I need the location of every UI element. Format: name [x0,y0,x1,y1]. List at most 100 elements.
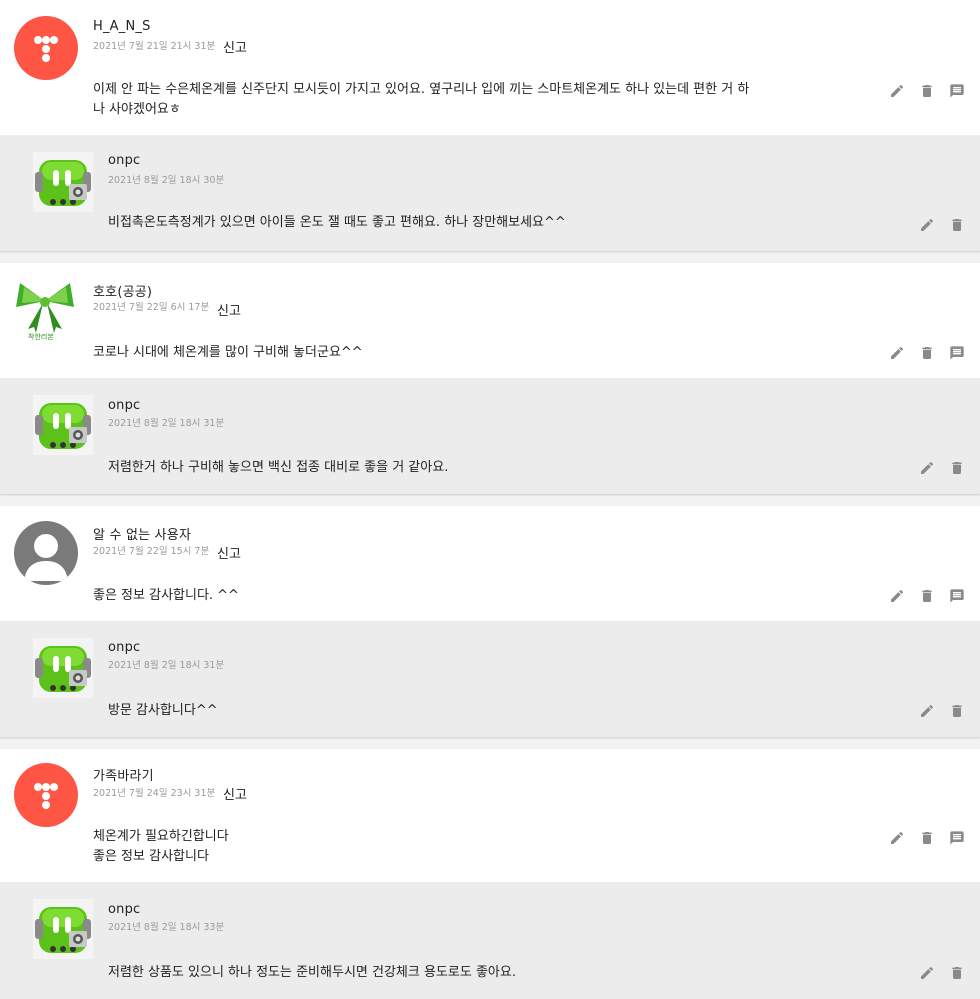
comment-body-line: 이제 안 파는 수은체온계를 신주단지 모시듯이 가지고 있어요. 옆구리나 입… [93,82,750,97]
pencil-icon [921,218,934,231]
delete-button[interactable] [918,829,936,847]
delete-button[interactable] [948,964,966,982]
comment-body-line: 좋은 정보 감사합니다 [93,849,209,864]
comment-actions [888,587,966,605]
comment-body: 코로나 시대에 체온계를 많이 구비해 놓더군요^^ [93,343,873,363]
comment-thread: 가족바라기 2021년 7월 24일 23시 31분 신고 체온계가 필요하긴합… [0,749,980,999]
pencil-icon [921,966,934,979]
reply-actions [918,216,966,234]
edit-button[interactable] [918,702,936,720]
reply-button[interactable] [948,344,966,362]
reply-actions [918,459,966,477]
reply-body: 저렴한거 하나 구비해 놓으면 백신 접종 대비로 좋을 거 같아요. [108,460,449,475]
green-robot-icon [33,899,93,959]
avatar[interactable] [33,638,93,698]
edit-button[interactable] [918,216,936,234]
report-link[interactable]: 신고 [217,543,241,562]
pencil-icon [891,84,904,97]
green-robot-icon [33,152,93,212]
delete-button[interactable] [918,344,936,362]
reply: onpc 2021년 8월 2일 18시 31분 저렴한거 하나 구비해 놓으면… [0,378,980,494]
reply-date: 2021년 8월 2일 18시 33분 [108,922,225,933]
comment-body-line: 체온계가 필요하긴합니다 [93,829,229,844]
reply-body: 비접촉온도측정계가 있으면 아이들 온도 잴 때도 좋고 편해요. 하나 장만해… [108,215,566,230]
delete-button[interactable] [948,702,966,720]
trash-icon [952,705,962,717]
trash-icon [952,219,962,231]
comment-body: 체온계가 필요하긴합니다 좋은 정보 감사합니다 [93,827,873,867]
trash-icon [922,347,932,359]
reply-button[interactable] [948,82,966,100]
reply-author[interactable]: onpc [108,902,140,917]
comment-icon [950,84,964,98]
comment-actions [888,829,966,847]
edit-button[interactable] [888,829,906,847]
comment-author[interactable]: 호호(공공) [93,281,152,300]
reply-button[interactable] [948,587,966,605]
reply: onpc 2021년 8월 2일 18시 31분 방문 감사합니다^^ [0,621,980,737]
comment-author[interactable]: 가족바라기 [93,765,154,784]
green-robot-icon [33,395,93,455]
comment-body-line: 나 사야겠어요ㅎ [93,102,181,117]
reply-author[interactable]: onpc [108,153,140,168]
delete-button[interactable] [948,459,966,477]
pencil-icon [891,589,904,602]
green-robot-icon [33,638,93,698]
comment-thread: 알 수 없는 사용자 2021년 7월 22일 15시 7분 신고 좋은 정보 … [0,506,980,737]
comment: 가족바라기 2021년 7월 24일 23시 31분 신고 체온계가 필요하긴합… [0,749,980,882]
tistory-logo-icon [34,36,58,62]
comment-icon [950,831,964,845]
comment-thread: 착한리본 호호(공공) 2021년 7월 22일 6시 17분 신고 코로나 시… [0,263,980,494]
reply-actions [918,702,966,720]
reply-date: 2021년 8월 2일 18시 31분 [108,418,225,429]
comment-body: 이제 안 파는 수은체온계를 신주단지 모시듯이 가지고 있어요. 옆구리나 입… [93,80,873,120]
delete-button[interactable] [918,82,936,100]
comment-author[interactable]: 알 수 없는 사용자 [93,524,191,543]
trash-icon [922,590,932,602]
reply-body: 저렴한 상품도 있으니 하나 정도는 준비해두시면 건강체크 용도로도 좋아요. [108,965,516,980]
edit-button[interactable] [888,587,906,605]
report-link[interactable]: 신고 [217,300,241,319]
comment-icon [950,589,964,603]
comment-date: 2021년 7월 22일 15시 7분 [93,546,210,557]
report-link[interactable]: 신고 [223,784,247,803]
comment-icon [950,346,964,360]
comment: H_A_N_S 2021년 7월 21일 21시 31분 신고 이제 안 파는 … [0,0,980,135]
avatar[interactable] [33,152,93,212]
reply-button[interactable] [948,829,966,847]
reply-author[interactable]: onpc [108,398,140,413]
tistory-logo-icon [34,783,58,809]
avatar[interactable] [14,763,78,827]
comment-date: 2021년 7월 22일 6시 17분 [93,302,210,313]
reply-body: 방문 감사합니다^^ [108,703,218,718]
reply-author[interactable]: onpc [108,640,140,655]
avatar[interactable] [33,899,93,959]
reply: onpc 2021년 8월 2일 18시 33분 저렴한 상품도 있으니 하나 … [0,882,980,999]
edit-button[interactable] [918,964,936,982]
edit-button[interactable] [888,344,906,362]
trash-icon [922,85,932,97]
comment-body: 좋은 정보 감사합니다. ^^ [93,586,873,606]
comment-body-line: 코로나 시대에 체온계를 많이 구비해 놓더군요^^ [93,345,363,360]
comment-actions [888,82,966,100]
avatar[interactable] [14,521,78,585]
comment-actions [888,344,966,362]
avatar[interactable] [33,395,93,455]
trash-icon [952,967,962,979]
comment-date: 2021년 7월 21일 21시 31분 [93,41,216,52]
pencil-icon [921,461,934,474]
delete-button[interactable] [918,587,936,605]
reply-date: 2021년 8월 2일 18시 31분 [108,660,225,671]
trash-icon [952,462,962,474]
pencil-icon [891,831,904,844]
reply: onpc 2021년 8월 2일 18시 30분 비접촉온도측정계가 있으면 아… [0,135,980,251]
edit-button[interactable] [918,459,936,477]
comment-date: 2021년 7월 24일 23시 31분 [93,788,216,799]
delete-button[interactable] [948,216,966,234]
avatar[interactable] [14,16,78,80]
default-user-icon [24,534,68,581]
comment-author[interactable]: H_A_N_S [93,19,151,34]
pencil-icon [891,346,904,359]
edit-button[interactable] [888,82,906,100]
report-link[interactable]: 신고 [223,37,247,56]
